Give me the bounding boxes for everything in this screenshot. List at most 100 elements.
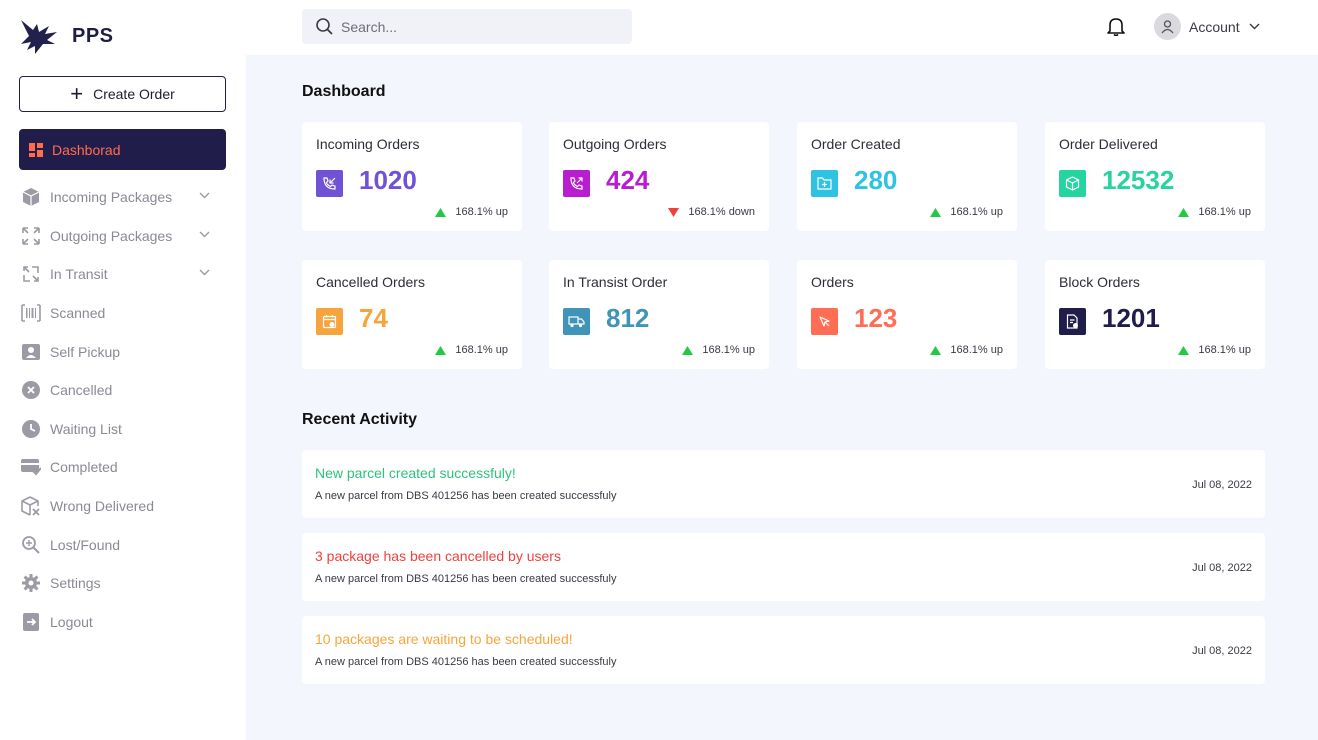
sidebar-item-wrong-delivered[interactable]: Wrong Delivered [19,487,226,526]
sidebar-item-self-pickup[interactable]: Self Pickup [19,332,226,371]
activity-date: Jul 08, 2022 [1192,562,1252,574]
stat-card-value: 812 [606,303,650,333]
stat-card-title: Order Delivered [1059,136,1158,152]
activity-title: 3 package has been cancelled by users [315,548,561,564]
package-box-icon [21,187,41,207]
sidebar-item-lost-found[interactable]: Lost/Found [19,525,226,564]
document-block-icon [1059,308,1086,335]
sidebar-item-label: Dashborad [52,141,121,158]
page-title: Dashboard [302,83,386,100]
sidebar-item-label: Lost/Found [50,536,121,553]
stat-card-title: Cancelled Orders [316,274,425,290]
stat-card-order-delivered[interactable]: Order Delivered 12532 168.1% up [1045,122,1265,231]
stat-card-value: 1020 [359,165,417,195]
stat-card-trend-label: 168.1% up [455,344,508,356]
stat-card-trend: 168.1% down [668,206,755,218]
sidebar-item-label: Self Pickup [50,343,121,360]
stat-card-title: Outgoing Orders [563,136,667,152]
folder-add-icon [811,170,838,197]
sidebar-item-outgoing-packages[interactable]: Outgoing Packages [19,217,226,256]
activity-title: New parcel created successfuly! [315,465,516,481]
search-input[interactable] [341,18,611,35]
sidebar-item-completed[interactable]: Completed [19,448,226,487]
stat-card-value: 12532 [1102,165,1175,195]
stat-card-block-orders[interactable]: Block Orders 1201 168.1% up [1045,260,1265,369]
trend-up-icon [682,345,694,355]
search-icon [316,18,333,35]
account-menu[interactable]: Account [1154,13,1260,40]
box-x-icon [21,496,41,516]
chevron-down-icon[interactable] [199,231,210,238]
trend-up-icon [435,207,447,217]
trend-up-icon [930,207,942,217]
stat-card-trend-label: 168.1% down [688,206,755,218]
chevron-down-icon[interactable] [199,192,210,199]
account-label: Account [1189,18,1240,35]
sidebar-item-label: Logout [50,613,93,630]
stat-card-title: In Transist Order [563,274,668,290]
phone-outgoing-icon [563,170,590,197]
notification-bell-icon[interactable] [1107,17,1125,36]
sidebar-item-label: Cancelled [50,382,113,399]
sidebar-item-logout[interactable]: Logout [19,603,226,642]
avatar[interactable] [1154,13,1181,40]
logout-icon [21,612,41,632]
trend-up-icon [1178,345,1190,355]
sidebar-item-cancelled[interactable]: Cancelled [19,371,226,410]
sidebar-item-label: Completed [50,459,118,476]
user-card-icon [21,342,41,362]
stat-card-value: 74 [359,303,388,333]
x-circle-icon [21,380,41,400]
phone-incoming-icon [316,170,343,197]
eagle-logo-icon [21,20,57,54]
sidebar-item-scanned[interactable]: Scanned [19,294,226,333]
stat-card-outgoing-orders[interactable]: Outgoing Orders 424 168.1% down [549,122,769,231]
clock-icon [21,419,41,439]
sidebar-item-label: In Transit [50,266,108,283]
stat-card-title: Block Orders [1059,274,1140,290]
create-order-label: Create Order [93,86,175,102]
stat-card-title: Incoming Orders [316,136,420,152]
stat-card-trend: 168.1% up [930,206,1003,218]
sidebar-item-waiting-list[interactable]: Waiting List [19,410,226,449]
cube-icon [1059,170,1086,197]
search-zoom-icon [21,535,41,555]
sidebar-item-in-transit[interactable]: In Transit [19,255,226,294]
user-icon [1161,19,1174,33]
stat-card-trend: 168.1% up [1178,344,1251,356]
activity-title: 10 packages are waiting to be scheduled! [315,631,573,647]
stat-card-trend-label: 168.1% up [702,344,755,356]
calendar-x-icon [316,308,343,335]
activity-item[interactable]: 10 packages are waiting to be scheduled!… [302,616,1265,684]
activity-item[interactable]: New parcel created successfuly! A new pa… [302,450,1265,518]
recent-activity-title: Recent Activity [302,411,417,428]
trend-down-icon [668,207,680,217]
chevron-down-icon[interactable] [199,269,210,276]
sidebar: PPS + Create Order Dashborad Incoming Pa… [0,0,246,740]
stat-card-incoming-orders[interactable]: Incoming Orders 1020 168.1% up [302,122,522,231]
stat-card-value: 424 [606,165,650,195]
stat-card-orders[interactable]: Orders 123 168.1% up [797,260,1017,369]
dashboard-grid-icon [29,142,43,157]
truck-icon [563,308,590,335]
stat-card-title: Order Created [811,136,901,152]
sidebar-item-settings[interactable]: Settings [19,564,226,603]
barcode-icon [21,303,41,323]
plus-icon: + [70,81,84,106]
sidebar-item-label: Settings [50,575,101,592]
check-tray-icon [21,457,41,477]
create-order-button[interactable]: + Create Order [19,76,226,112]
sidebar-item-incoming-packages[interactable]: Incoming Packages [19,178,226,217]
stat-card-trend-label: 168.1% up [950,344,1003,356]
stat-card-order-created[interactable]: Order Created 280 168.1% up [797,122,1017,231]
expand-arrows-icon [21,226,41,246]
stat-card-cancelled-orders[interactable]: Cancelled Orders 74 168.1% up [302,260,522,369]
activity-item[interactable]: 3 package has been cancelled by users A … [302,533,1265,601]
stat-card-in-transist-order[interactable]: In Transist Order 812 168.1% up [549,260,769,369]
stat-card-trend: 168.1% up [435,206,508,218]
search-bar[interactable] [302,9,632,44]
sidebar-item-dashboard[interactable]: Dashborad [19,129,226,170]
sidebar-item-label: Wrong Delivered [50,498,155,515]
brand-logo[interactable]: PPS [19,16,114,56]
sidebar-item-label: Waiting List [50,420,122,437]
